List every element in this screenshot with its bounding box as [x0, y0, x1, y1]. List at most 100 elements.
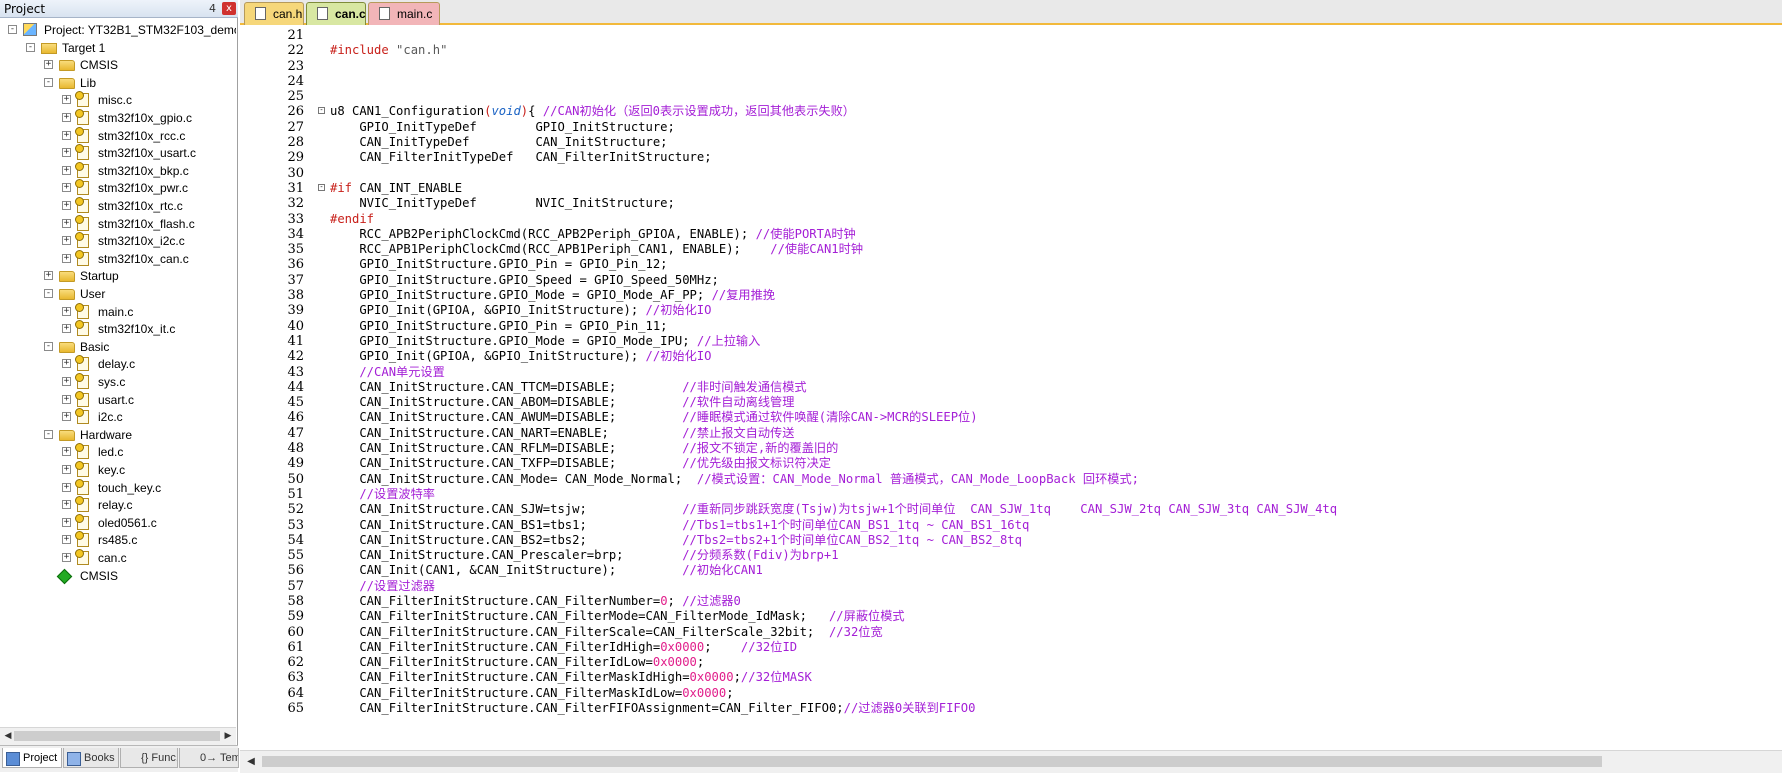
file-tab[interactable]: can.h [244, 2, 304, 25]
scroll-thumb[interactable] [262, 756, 1602, 767]
expand-icon[interactable]: + [62, 535, 71, 545]
code-line[interactable]: 45 CAN_InitStructure.CAN_ABOM=DISABLE; /… [240, 395, 1782, 410]
code-line[interactable]: 30 [240, 166, 1782, 181]
expand-icon[interactable]: + [62, 183, 71, 193]
code-line[interactable]: 23 [240, 59, 1782, 74]
scroll-right-icon[interactable]: ▶ [222, 730, 234, 743]
expand-icon[interactable]: + [62, 218, 71, 228]
file-tab[interactable]: main.c [368, 2, 440, 25]
code-line[interactable]: 25 [240, 89, 1782, 104]
expand-icon[interactable]: + [62, 113, 71, 122]
code-line[interactable]: 34 RCC_APB2PeriphClockCmd(RCC_APB2Periph… [240, 227, 1782, 242]
code-line[interactable]: 32 NVIC_InitTypeDef NVIC_InitStructure; [240, 196, 1782, 211]
panel-tab[interactable]: 0→ Temp... [179, 748, 239, 768]
expand-icon[interactable]: + [62, 465, 71, 474]
code-line[interactable]: 57 //设置过滤器 [240, 579, 1782, 594]
code-line[interactable]: 58 CAN_FilterInitStructure.CAN_FilterNum… [240, 594, 1782, 609]
expand-icon[interactable]: + [62, 253, 71, 263]
collapse-icon[interactable]: - [44, 289, 53, 298]
panel-tab[interactable]: {} Func... [120, 748, 178, 768]
code-line[interactable]: 27 GPIO_InitTypeDef GPIO_InitStructure; [240, 120, 1782, 135]
code-line[interactable]: 49 CAN_InitStructure.CAN_TXFP=DISABLE; /… [240, 456, 1782, 471]
code-line[interactable]: 64 CAN_FilterInitStructure.CAN_FilterMas… [240, 686, 1782, 701]
code-line[interactable]: 28 CAN_InitTypeDef CAN_InitStructure; [240, 135, 1782, 150]
code-line[interactable]: 35 RCC_APB1PeriphClockCmd(RCC_APB1Periph… [240, 242, 1782, 257]
expand-icon[interactable]: + [62, 95, 71, 105]
code-line[interactable]: 42 GPIO_Init(GPIOA, &GPIO_InitStructure)… [240, 349, 1782, 364]
code-line[interactable]: 38 GPIO_InitStructure.GPIO_Mode = GPIO_M… [240, 288, 1782, 303]
code-line[interactable]: 51 //设置波特率 [240, 487, 1782, 502]
code-line[interactable]: 36 GPIO_InitStructure.GPIO_Pin = GPIO_Pi… [240, 257, 1782, 272]
code-line[interactable]: 22 #include "can.h" [240, 43, 1782, 58]
code-editor[interactable]: 21 22 #include "can.h" 23 24 25 26- u8 CAN1_Con… [240, 25, 1782, 750]
collapse-icon[interactable]: - [44, 77, 53, 87]
collapse-icon[interactable]: - [44, 429, 53, 439]
code-token: //CAN单元设置 [330, 364, 445, 379]
scroll-thumb[interactable] [14, 731, 220, 741]
panel-horizontal-scrollbar[interactable]: ◀ ▶ [0, 727, 236, 745]
expand-icon[interactable]: + [62, 553, 71, 562]
editor-horizontal-scrollbar[interactable]: ◀ [240, 750, 1782, 773]
code-line[interactable]: 63 CAN_FilterInitStructure.CAN_FilterMas… [240, 670, 1782, 685]
code-line[interactable]: 37 GPIO_InitStructure.GPIO_Speed = GPIO_… [240, 273, 1782, 288]
expand-icon[interactable]: + [62, 412, 71, 422]
expand-icon[interactable]: + [62, 482, 71, 492]
file-icon [75, 109, 89, 125]
code-line[interactable]: 48 CAN_InitStructure.CAN_RFLM=DISABLE; /… [240, 441, 1782, 456]
expand-icon[interactable]: + [44, 271, 53, 281]
code-line[interactable]: 59 CAN_FilterInitStructure.CAN_FilterMod… [240, 609, 1782, 624]
code-line[interactable]: 26 - u8 CAN1_Configuration(void){ //CAN初始化… [240, 104, 1782, 119]
code-line[interactable]: 61 CAN_FilterInitStructure.CAN_FilterIdH… [240, 640, 1782, 655]
expand-icon[interactable]: + [62, 500, 71, 510]
code-line[interactable]: 65 CAN_FilterInitStructure.CAN_FilterFIF… [240, 701, 1782, 716]
scroll-left-icon[interactable]: ◀ [244, 755, 258, 769]
expand-icon[interactable]: + [62, 359, 71, 369]
file-tab-label: can.c [335, 7, 366, 21]
code-line[interactable]: 29 CAN_FilterInitTypeDef CAN_FilterInitS… [240, 150, 1782, 165]
code-line[interactable]: 54 CAN_InitStructure.CAN_BS2=tbs2; //Tbs… [240, 533, 1782, 548]
file-tab[interactable]: can.c [306, 2, 366, 25]
code-line[interactable]: 40 GPIO_InitStructure.GPIO_Pin = GPIO_Pi… [240, 319, 1782, 334]
scroll-left-icon[interactable]: ◀ [2, 730, 14, 743]
collapse-icon[interactable]: - [8, 25, 17, 34]
close-icon[interactable]: x [222, 2, 236, 15]
expand-icon[interactable]: + [62, 165, 71, 175]
code-line[interactable]: 47 CAN_InitStructure.CAN_NART=ENABLE; //… [240, 426, 1782, 441]
fold-toggle-icon[interactable]: - [318, 107, 325, 115]
collapse-icon[interactable]: - [26, 42, 35, 52]
expand-icon[interactable]: + [62, 201, 71, 210]
code-line[interactable]: 52 CAN_InitStructure.CAN_SJW=tsjw; //重新同… [240, 502, 1782, 517]
tree-item[interactable]: CMSIS [0, 566, 236, 586]
code-line[interactable]: 31 - #if CAN_INT_ENABLE [240, 181, 1782, 196]
expand-icon[interactable]: + [62, 517, 71, 527]
code-line[interactable]: 56 CAN_Init(CAN1, &CAN_InitStructure); /… [240, 563, 1782, 578]
code-line[interactable]: 24 [240, 74, 1782, 89]
code-token: GPIO_InitStructure.GPIO_Pin = GPIO_Pin_1… [330, 318, 668, 333]
code-line[interactable]: 50 CAN_InitStructure.CAN_Mode= CAN_Mode_… [240, 472, 1782, 487]
expand-icon[interactable]: + [62, 377, 71, 386]
code-line[interactable]: 53 CAN_InitStructure.CAN_BS1=tbs1; //Tbs… [240, 518, 1782, 533]
expand-icon[interactable]: + [62, 130, 71, 140]
expand-icon[interactable]: + [62, 148, 71, 158]
expand-icon[interactable]: + [62, 324, 71, 334]
expand-icon[interactable]: + [62, 236, 71, 246]
pin-icon[interactable]: 4 [209, 0, 216, 18]
fold-toggle-icon[interactable]: - [318, 183, 325, 191]
expand-icon[interactable]: + [62, 447, 71, 457]
code-line[interactable]: 39 GPIO_Init(GPIOA, &GPIO_InitStructure)… [240, 303, 1782, 318]
expand-icon[interactable]: + [62, 306, 71, 316]
code-line[interactable]: 43 //CAN单元设置 [240, 365, 1782, 380]
code-line[interactable]: 46 CAN_InitStructure.CAN_AWUM=DISABLE; /… [240, 410, 1782, 425]
expand-icon[interactable]: + [44, 60, 53, 70]
code-line[interactable]: 41 GPIO_InitStructure.GPIO_Mode = GPIO_M… [240, 334, 1782, 349]
panel-tab[interactable]: Books [63, 748, 119, 768]
code-line[interactable]: 62 CAN_FilterInitStructure.CAN_FilterIdL… [240, 655, 1782, 670]
code-line[interactable]: 44 CAN_InitStructure.CAN_TTCM=DISABLE; /… [240, 380, 1782, 395]
code-line[interactable]: 55 CAN_InitStructure.CAN_Prescaler=brp; … [240, 548, 1782, 563]
panel-tab[interactable]: Project [2, 748, 62, 768]
collapse-icon[interactable]: - [44, 341, 53, 351]
code-line[interactable]: 33 #endif [240, 212, 1782, 227]
code-line[interactable]: 60 CAN_FilterInitStructure.CAN_FilterSca… [240, 625, 1782, 640]
code-line[interactable]: 21 [240, 28, 1782, 43]
expand-icon[interactable]: + [62, 394, 71, 404]
